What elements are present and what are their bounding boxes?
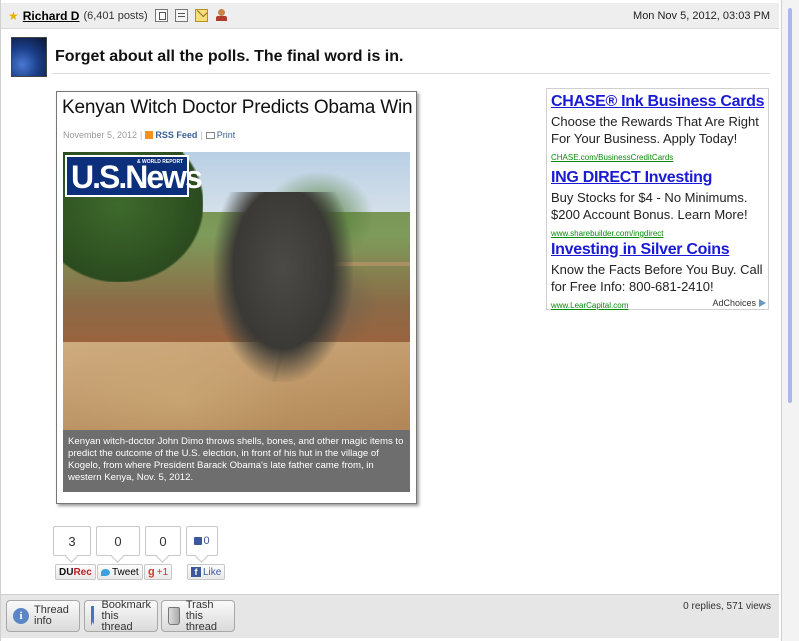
ad-body: Choose the Rewards That Are Right For Yo… (551, 114, 759, 146)
bookmark-thread-button[interactable]: Bookmark this thread (84, 598, 158, 633)
post-footer: i Thread info Bookmark this thread Trash… (1, 594, 779, 638)
meta-separator: | (200, 130, 203, 140)
trash-icon (168, 607, 180, 625)
ad-item: CHASE® Ink Business Cards Choose the Rew… (551, 93, 765, 165)
gplus-icon: g (148, 566, 155, 578)
thread-info-button[interactable]: i Thread info (6, 600, 80, 632)
thread-info-label: Thread info (34, 604, 69, 627)
du-rec-count: 3 (53, 526, 91, 556)
ad-title-link[interactable]: CHASE® Ink Business Cards (551, 93, 765, 111)
adchoices-link[interactable]: AdChoices (712, 298, 766, 308)
ad-body: Buy Stocks for $4 - No Minimums. $200 Ac… (551, 190, 748, 222)
fb-like-label: Like (203, 566, 222, 578)
post-title: Forget about all the polls. The final wo… (55, 48, 404, 65)
embedded-article[interactable]: Kenyan Witch Doctor Predicts Obama Win N… (56, 91, 417, 504)
adchoices-icon (759, 299, 766, 307)
print-icon[interactable] (205, 131, 215, 139)
meta-separator: | (140, 130, 143, 140)
photo-caption: Kenyan witch-doctor John Dimo throws she… (63, 430, 410, 492)
article-date: November 5, 2012 (63, 130, 138, 140)
fb-like-button[interactable]: f Like (187, 564, 226, 580)
thread-stats: 0 replies, 571 views (683, 601, 771, 612)
facebook-icon: f (191, 567, 201, 577)
article-meta: November 5, 2012 | RSS Feed | Print (63, 130, 235, 140)
journal-icon[interactable] (174, 9, 188, 22)
star-icon[interactable]: ★ (8, 9, 19, 23)
profile-icon[interactable] (154, 9, 168, 22)
scrollbar-thumb[interactable] (788, 8, 792, 403)
fb-count-value: 0 (203, 535, 210, 547)
ad-title-link[interactable]: Investing in Silver Coins (551, 241, 765, 259)
mail-icon[interactable] (194, 9, 208, 22)
ad-url-link[interactable]: CHASE.com/BusinessCreditCards (551, 153, 673, 162)
ad-body: Know the Facts Before You Buy. Call for … (551, 262, 763, 294)
adchoices-label: AdChoices (712, 298, 756, 308)
bookmark-icon (91, 606, 95, 626)
fb-like-count: 0 (186, 526, 218, 556)
ad-box: CHASE® Ink Business Cards Choose the Rew… (546, 88, 769, 310)
post-count: (6,401 posts) (83, 9, 148, 22)
post-date: Mon Nov 5, 2012, 03:03 PM (633, 9, 770, 22)
article-headline: Kenyan Witch Doctor Predicts Obama Win (62, 97, 413, 118)
tweet-count: 0 (96, 526, 140, 556)
avatar (11, 37, 47, 77)
ad-url-link[interactable]: www.sharebuilder.com/ingdirect (551, 229, 664, 238)
title-divider (52, 73, 770, 74)
tweet-button[interactable]: Tweet (97, 564, 143, 580)
gplus-label: +1 (156, 566, 169, 578)
du-label: DU (59, 566, 74, 578)
twitter-bird-icon (101, 568, 110, 576)
usnews-logo-text: U.S.News (71, 159, 203, 195)
tweet-label: Tweet (112, 566, 139, 578)
photo-man (213, 192, 353, 382)
trash-label: Trash this thread (185, 598, 218, 633)
info-icon: i (13, 608, 29, 624)
rss-icon[interactable] (145, 131, 154, 139)
post-header: ★ Richard D (6,401 posts) Mon Nov 5, 201… (1, 3, 779, 29)
article-photo: & WORLD REPORT U.S.News (63, 152, 410, 430)
du-rec-button[interactable]: DU Rec (55, 564, 96, 580)
usnews-logo: & WORLD REPORT U.S.News (65, 155, 203, 197)
page-scrollbar[interactable] (781, 0, 799, 641)
rss-feed-link[interactable]: RSS Feed (155, 130, 197, 140)
gplus-button[interactable]: g +1 (144, 564, 173, 580)
print-link[interactable]: Print (217, 130, 236, 140)
ad-url-link[interactable]: www.LearCapital.com (551, 301, 628, 310)
trash-thread-button[interactable]: Trash this thread (161, 598, 235, 633)
author-link[interactable]: Richard D (23, 9, 80, 23)
ad-title-link[interactable]: ING DIRECT Investing (551, 169, 765, 187)
bookmark-label: Bookmark this thread (101, 598, 151, 633)
gplus-count: 0 (145, 526, 181, 556)
thumbs-up-icon (194, 537, 203, 545)
ad-item: ING DIRECT Investing Buy Stocks for $4 -… (551, 169, 765, 241)
rec-label: Rec (73, 566, 92, 578)
alert-icon[interactable] (215, 9, 228, 22)
